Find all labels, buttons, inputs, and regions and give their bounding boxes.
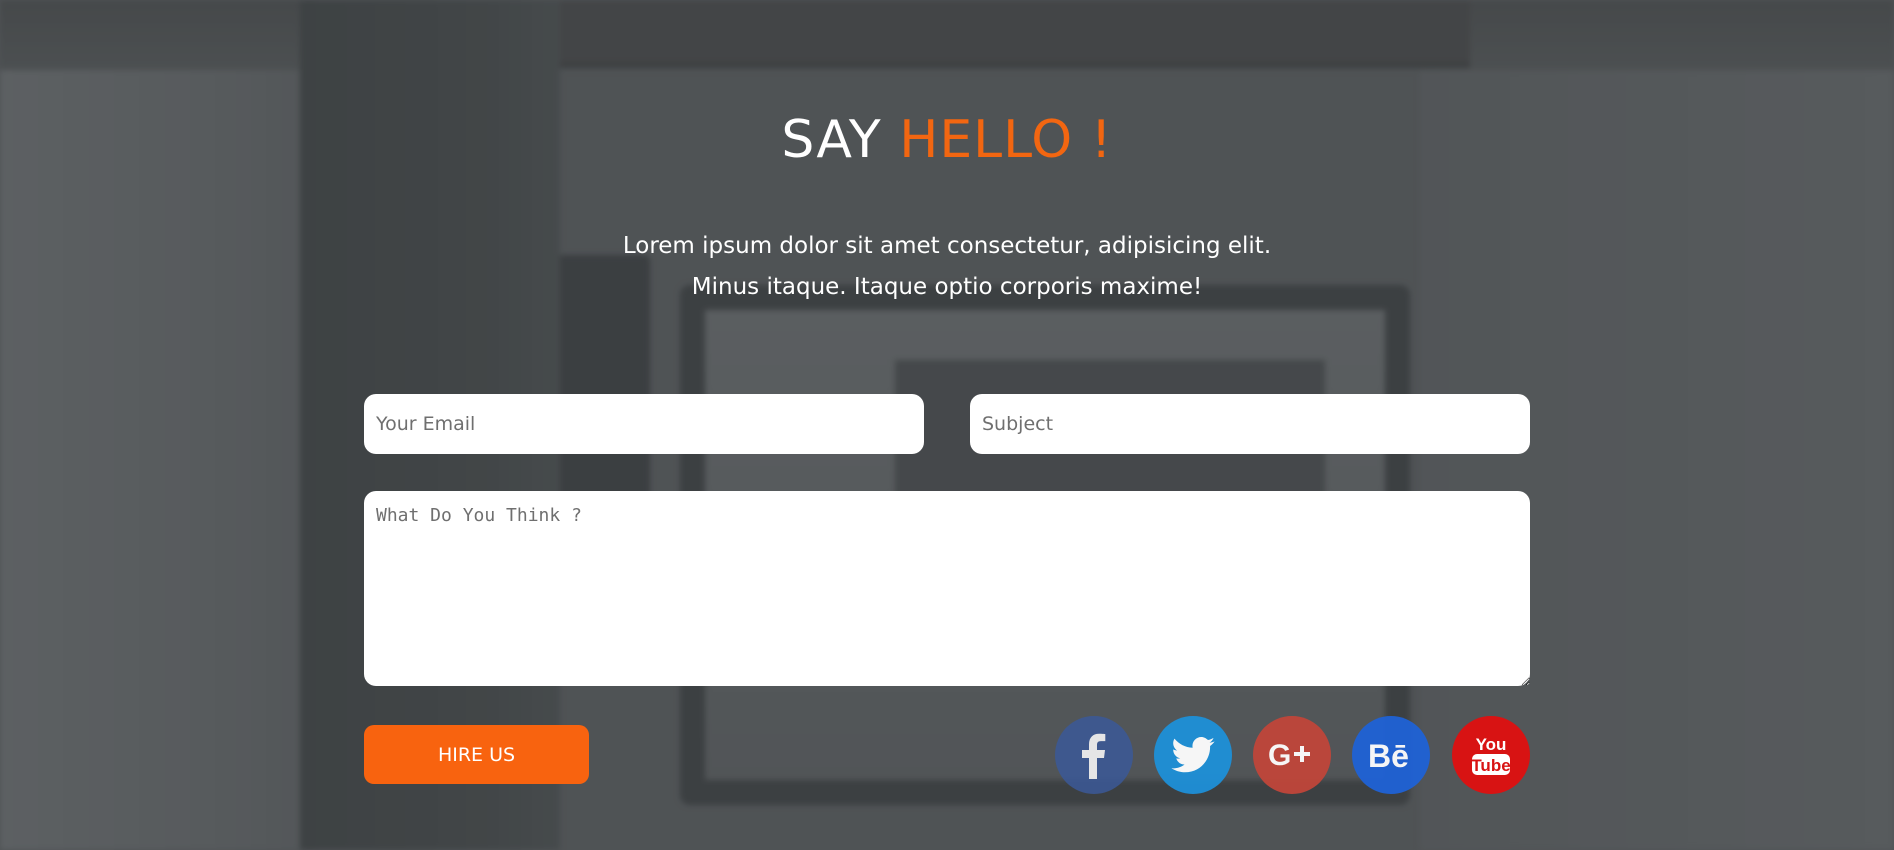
google-plus-icon: G (1268, 739, 1310, 772)
title-accent: HELLO ! (899, 110, 1113, 170)
twitter-icon (1171, 737, 1215, 773)
contact-section: SAY HELLO ! Lorem ipsum dolor sit amet c… (0, 0, 1894, 850)
contact-content: SAY HELLO ! Lorem ipsum dolor sit amet c… (0, 0, 1894, 850)
intro-text: Lorem ipsum dolor sit amet consectetur, … (0, 226, 1894, 308)
youtube-link[interactable]: You Tube (1452, 716, 1530, 794)
google-plus-link[interactable]: G (1253, 716, 1331, 794)
youtube-icon: You Tube (1471, 735, 1511, 775)
facebook-link[interactable] (1055, 716, 1133, 794)
twitter-link[interactable] (1154, 716, 1232, 794)
message-field[interactable] (364, 491, 1530, 686)
subject-field[interactable] (970, 394, 1530, 454)
behance-link[interactable]: Bē (1352, 716, 1430, 794)
intro-line-1: Lorem ipsum dolor sit amet consectetur, … (622, 233, 1272, 259)
title-plain: SAY (781, 110, 882, 170)
facebook-icon (1082, 733, 1106, 779)
hire-us-button[interactable]: HIRE US (364, 725, 589, 784)
behance-icon: Bē (1368, 738, 1409, 774)
svg-text:Tube: Tube (1471, 756, 1510, 775)
page-title: SAY HELLO ! (0, 110, 1894, 170)
svg-text:Bē: Bē (1368, 738, 1409, 774)
svg-text:G: G (1268, 739, 1291, 772)
svg-text:You: You (1476, 735, 1507, 754)
intro-line-2: Minus itaque. Itaque optio corporis maxi… (691, 274, 1203, 300)
email-field[interactable] (364, 394, 924, 454)
